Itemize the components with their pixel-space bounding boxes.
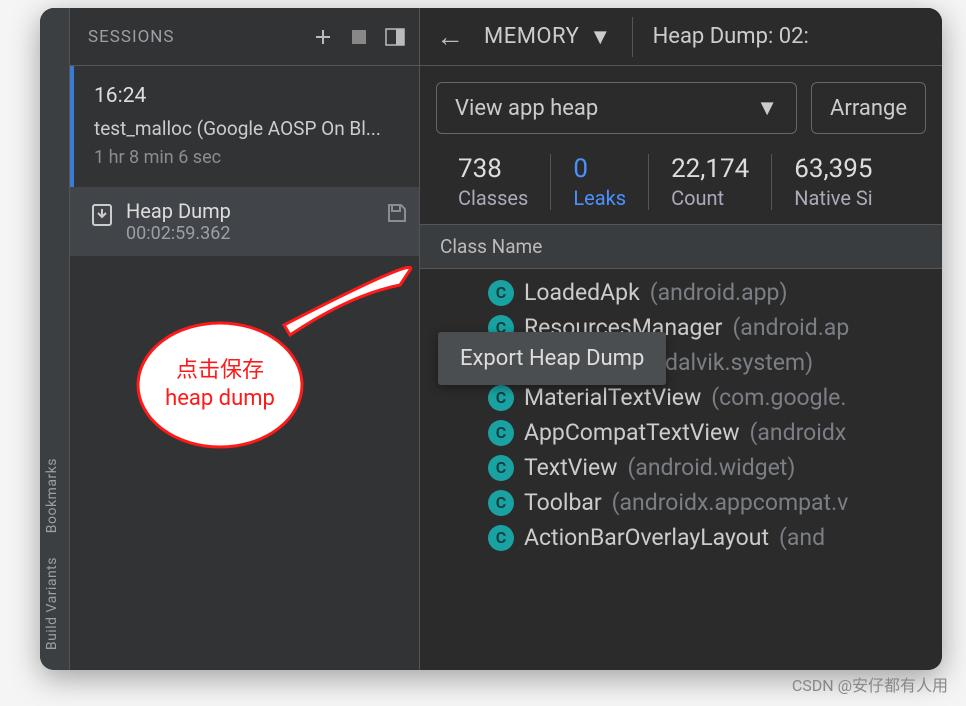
sessions-panel: SESSIONS 16:24 test_malloc (Google AOSP … [70,8,420,670]
capture-subtitle: 00:02:59.362 [126,223,231,244]
stat-classes: 738 Classes [436,154,550,210]
stat-count-lbl: Count [671,186,749,210]
class-package: (android.app) [650,279,788,306]
memory-panel: ← MEMORY ▼ Heap Dump: 02: View app heap … [420,8,942,670]
stats-row: 738 Classes 0 Leaks 22,174 Count 63,395 … [420,134,942,224]
class-row[interactable]: C MaterialTextView (com.google. [420,380,942,415]
class-name: MaterialTextView [524,384,701,411]
sessions-header: SESSIONS [70,8,419,66]
class-package: (android.ap [732,314,849,341]
class-row[interactable]: C TextView (android.widget) [420,450,942,485]
stat-native-lbl: Native Si [794,186,872,210]
stop-session-icon[interactable] [347,25,371,49]
session-app: test_malloc (Google AOSP On Bl... [94,114,403,144]
stat-leaks-lbl: Leaks [573,186,626,210]
class-badge-icon: C [488,280,514,306]
ide-window: Bookmarks Build Variants SESSIONS 16:24 … [40,8,942,670]
sessions-title: SESSIONS [88,27,174,47]
chevron-down-icon: ▼ [756,95,778,121]
back-arrow-icon[interactable]: ← [436,20,464,53]
class-name: ActionBarOverlayLayout [524,524,769,551]
class-package: (androidx.appcompat.v [612,489,849,516]
stat-classes-lbl: Classes [458,186,528,210]
memory-toolbar: ← MEMORY ▼ Heap Dump: 02: [420,8,942,66]
stat-native-val: 63,395 [794,154,872,184]
class-row[interactable]: C ResourcesManager (android.ap [420,310,942,345]
session-item[interactable]: 16:24 test_malloc (Google AOSP On Bl... … [70,66,419,187]
left-tool-rail: Bookmarks Build Variants [40,8,70,670]
class-package: (androidx [750,419,847,446]
class-package: (dalvik.system) [657,349,813,376]
memory-dropdown[interactable]: MEMORY ▼ [484,24,612,50]
class-name: LoadedApk [524,279,640,306]
class-badge-icon: C [488,455,514,481]
session-duration: 1 hr 8 min 6 sec [94,144,403,173]
class-badge-icon: C [488,385,514,411]
stat-classes-val: 738 [458,154,528,184]
capture-item[interactable]: Heap Dump 00:02:59.362 [70,187,419,256]
memory-dropdown-label: MEMORY [484,24,579,49]
class-name: Toolbar [524,489,602,516]
class-badge-icon: C [488,525,514,551]
class-name: ResourcesManager [524,314,722,341]
class-package: (android.widget) [627,454,795,481]
view-heap-select[interactable]: View app heap ▼ [436,82,797,134]
session-time: 16:24 [94,80,403,114]
class-row[interactable]: C ActionBarOverlayLayout (and [420,520,942,555]
stat-count: 22,174 Count [648,154,771,210]
heap-dump-breadcrumb: Heap Dump: 02: [653,24,809,49]
class-tree: C LoadedApk (android.app) C ResourcesManage… [420,269,942,555]
class-name: AppCompatTextView [524,419,740,446]
class-row[interactable]: C LoadedApk (android.app) [420,275,942,310]
chevron-down-icon: ▼ [589,24,611,50]
filter-row: View app heap ▼ Arrange [420,66,942,134]
table-header-classname[interactable]: Class Name [420,224,942,269]
class-package: (com.google. [711,384,846,411]
add-session-icon[interactable] [311,25,335,49]
class-row[interactable]: C Toolbar (androidx.appcompat.v [420,485,942,520]
divider [632,17,633,57]
class-badge-icon: C [488,420,514,446]
stat-native: 63,395 Native Si [771,154,894,210]
class-badge-icon: C [488,315,514,341]
class-row[interactable]: C DexPathList (dalvik.system) [420,345,942,380]
download-icon [90,203,114,227]
class-badge-icon: C [488,490,514,516]
class-row[interactable]: C AppCompatTextView (androidx [420,415,942,450]
rail-build-variants[interactable]: Build Variants [40,545,69,662]
capture-title: Heap Dump [126,199,231,223]
arrange-select[interactable]: Arrange [811,82,926,134]
export-heap-icon[interactable] [385,201,411,227]
watermark: CSDN @安仔都有人用 [792,672,948,696]
rail-bookmarks[interactable]: Bookmarks [40,446,69,545]
layout-toggle-icon[interactable] [383,25,407,49]
view-heap-label: View app heap [455,96,598,121]
arrange-label: Arrange [830,96,907,121]
class-badge-icon: C [488,350,514,376]
stat-leaks[interactable]: 0 Leaks [550,154,648,210]
stat-leaks-val: 0 [573,154,626,184]
class-package: (and [779,524,825,551]
stat-count-val: 22,174 [671,154,749,184]
class-name: DexPathList [524,349,647,376]
class-name: TextView [524,454,617,481]
